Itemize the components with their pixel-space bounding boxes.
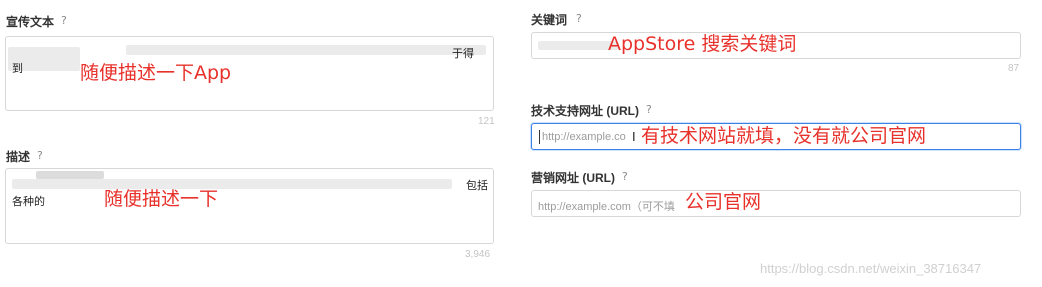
keywords-annotation: AppStore 搜索关键词 [608,33,797,55]
keywords-help-icon[interactable]: ? [576,12,582,26]
description-label: 描述 [6,150,31,164]
marketing-url-input[interactable]: http://example.com（可不填 [531,190,1021,217]
description-help-icon[interactable]: ? [37,149,43,163]
promo-text-start: 到 [12,63,23,75]
marketing-url-annotation: 公司官网 [685,191,762,213]
keywords-char-counter: 87 [1008,63,1020,74]
keywords-label: 关键词 [531,13,568,27]
support-url-help-icon[interactable]: ? [646,103,652,117]
promo-annotation: 随便描述一下App [80,62,232,84]
description-text-area[interactable]: 各种的 包括 [5,168,494,244]
marketing-url-placeholder: http://example.com（可不填 [538,201,675,213]
support-url-placeholder: http://example.co [542,131,626,143]
redaction-blur [12,179,452,189]
redaction-blur [36,171,104,179]
promo-text-area[interactable]: 到 于得 [5,36,494,111]
text-caret [539,130,540,144]
promo-text-end: 于得 [452,48,474,60]
description-text-end: 包括 [466,180,488,192]
support-url-label: 技术支持网址 (URL) [531,104,639,118]
redaction-blur [538,41,618,50]
marketing-url-label: 营销网址 (URL) [531,171,615,185]
redaction-blur [126,45,486,55]
promo-text-label: 宣传文本 [6,15,55,29]
description-char-counter: 3,946 [465,249,491,260]
support-url-annotation: 有技术网站就填，没有就公司官网 [641,125,927,147]
promo-char-counter: 121 [478,116,495,127]
text-cursor-icon: I [632,129,636,144]
watermark-text: https://blog.csdn.net/weixin_38716347 [760,261,982,276]
description-annotation: 随便描述一下 [104,188,219,210]
promo-help-icon[interactable]: ? [61,14,67,28]
marketing-url-help-icon[interactable]: ? [622,170,628,184]
description-text-start: 各种的 [12,196,45,208]
